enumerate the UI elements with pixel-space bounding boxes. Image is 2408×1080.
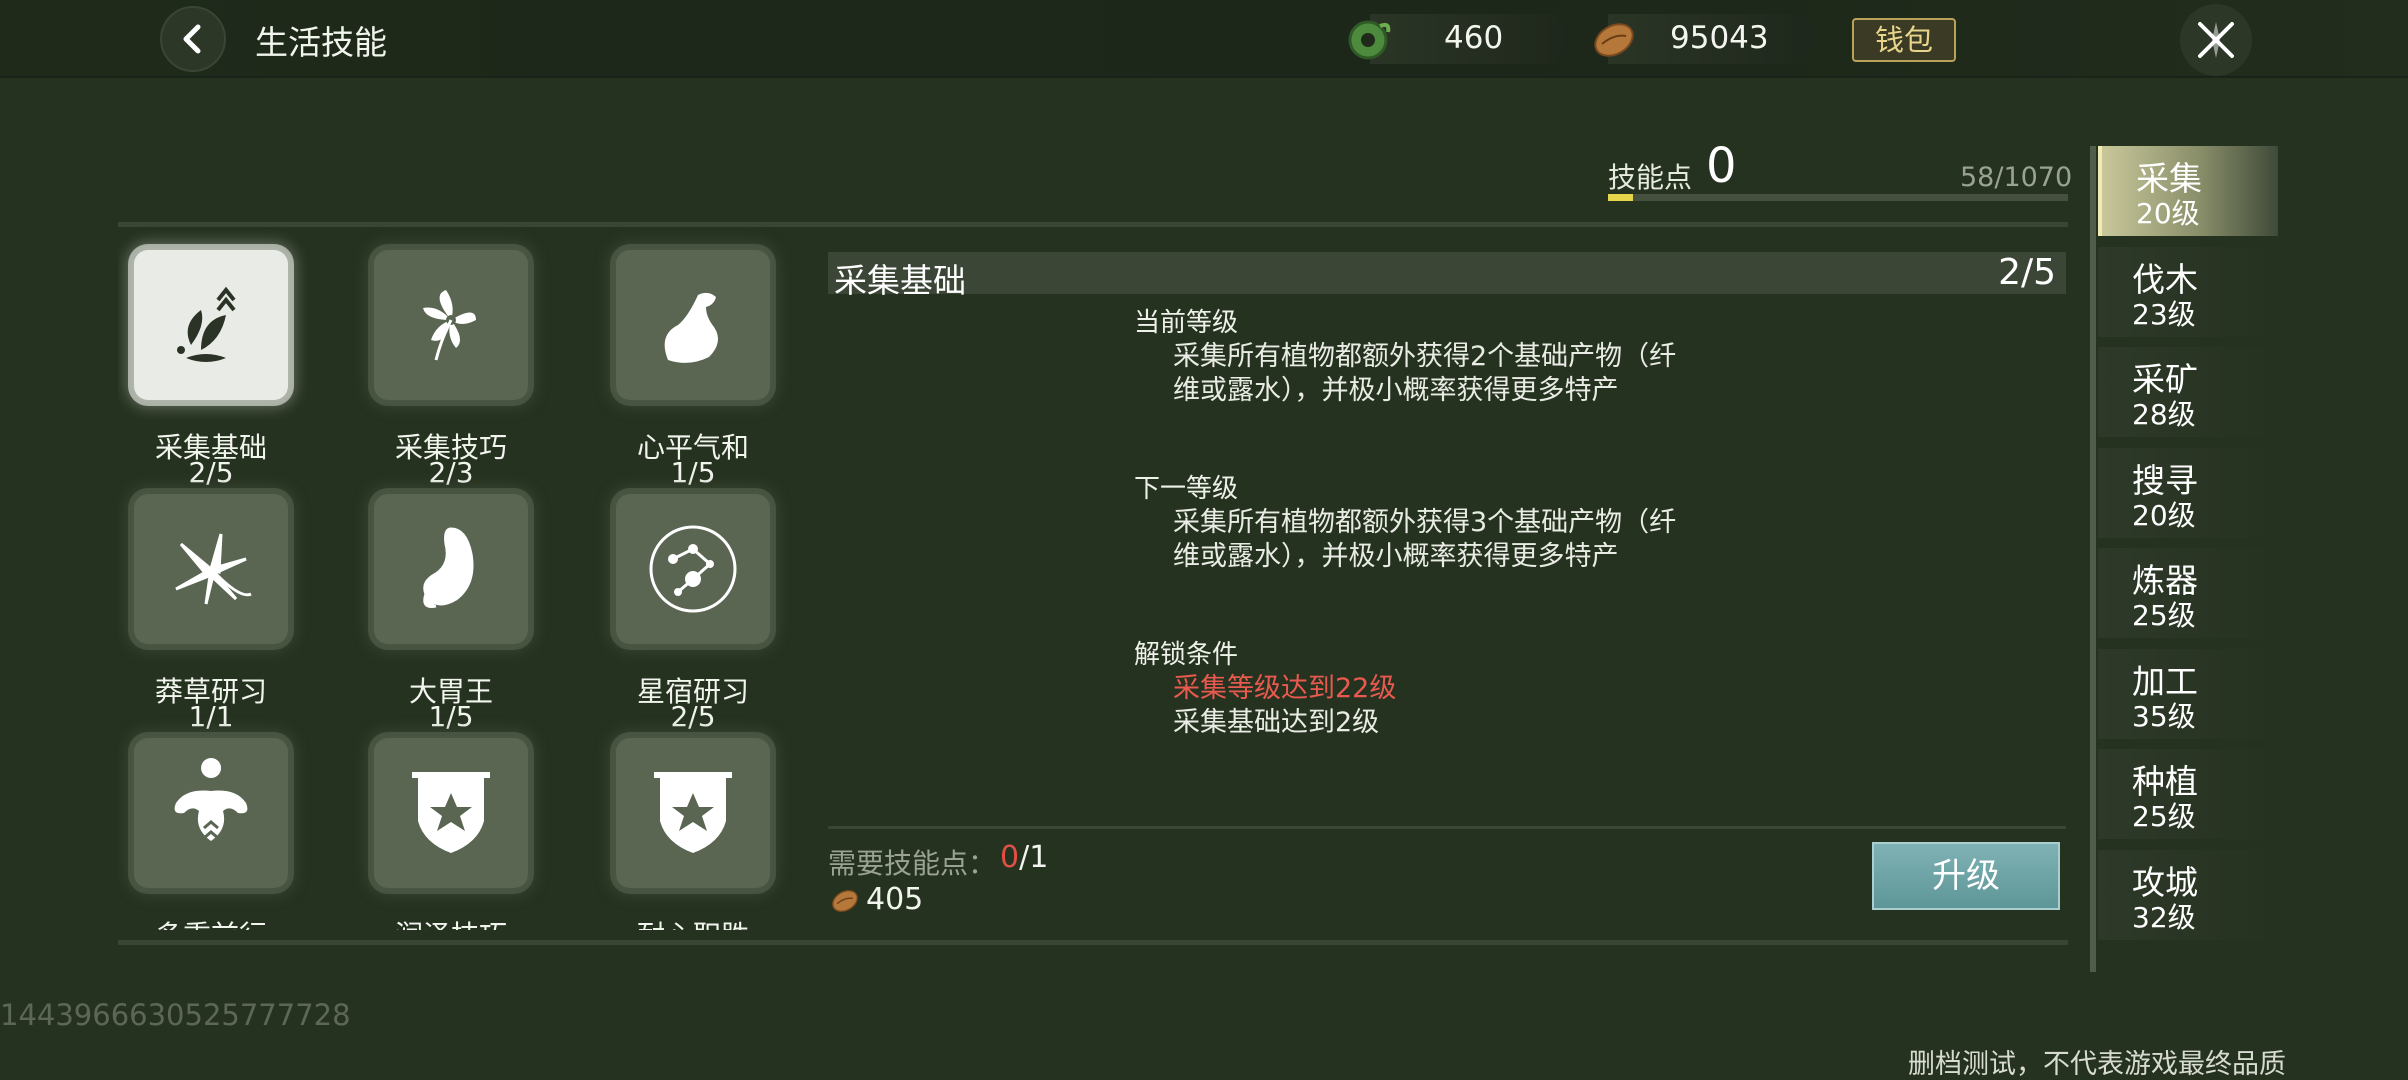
category-tab[interactable]: 搜寻 20级 <box>2098 447 2278 538</box>
skill-tile <box>374 494 528 644</box>
skill-item[interactable]: 采集技巧 2/3 <box>358 230 558 489</box>
category-tab[interactable]: 攻城 32级 <box>2098 849 2278 940</box>
next-level-desc-2: 维或露水），并极小概率获得更多特产 <box>1173 541 1619 572</box>
back-button[interactable] <box>160 6 226 72</box>
category-level: 35级 <box>2132 699 2196 733</box>
user-id: 1443966630525777728 <box>0 998 351 1032</box>
current-level-desc-2: 维或露水），并极小概率获得更多特产 <box>1173 375 1619 406</box>
upgrade-button[interactable]: 升级 <box>1872 842 2060 910</box>
category-level: 20级 <box>2136 197 2200 230</box>
unlock-condition-met: 采集基础达到2级 <box>1173 707 1380 738</box>
skill-tile <box>134 738 288 888</box>
skill-grid: 采集基础 2/5 采集技巧 2/3 心平气和 1/5 莽草研习 1/1 大胃王 1/5 星宿研习 2/… <box>118 230 798 930</box>
jade-coin-icon <box>1348 20 1391 60</box>
muscle-body-icon <box>174 758 248 841</box>
herb-upgrade-icon <box>177 286 236 362</box>
cost-divider <box>828 826 2066 829</box>
wallet-button[interactable]: 钱包 <box>1852 18 1956 62</box>
unlock-condition-unmet: 采集等级达到22级 <box>1173 673 1397 704</box>
skill-tile <box>616 738 770 888</box>
skill-tile <box>374 250 528 400</box>
skill-name: 多重前行 <box>118 914 304 930</box>
category-level: 32级 <box>2132 900 2196 934</box>
skill-item[interactable]: 大胃王 1/5 <box>358 474 558 733</box>
category-level: 28级 <box>2132 398 2196 431</box>
bean-coin-icon <box>832 890 858 912</box>
skill-tile <box>134 250 288 400</box>
skill-detail-header: 采集基础 2/5 <box>828 252 2066 300</box>
skill-progress-fill <box>1608 194 1633 201</box>
flexed-arm-icon <box>664 292 718 363</box>
skill-tile <box>616 250 770 400</box>
constellation-icon <box>649 525 737 613</box>
skill-item[interactable]: 润泽技巧 <box>358 718 558 930</box>
next-level-heading: 下一等级 <box>1134 474 1239 504</box>
jade-currency: 460 <box>1370 14 1570 64</box>
category-level: 20级 <box>2132 498 2196 532</box>
chevron-left-icon <box>183 24 201 54</box>
skill-name: 润泽技巧 <box>358 914 544 930</box>
jade-amount: 460 <box>1444 20 1504 56</box>
skill-item[interactable]: 星宿研习 2/5 <box>600 474 798 733</box>
close-icon <box>2198 22 2234 58</box>
skill-tile <box>616 494 770 644</box>
skill-item[interactable]: 心平气和 1/5 <box>600 230 798 489</box>
skill-detail-title: 采集基础 <box>834 261 966 300</box>
required-points-value: 0/1 <box>1000 840 1048 875</box>
category-rail <box>2090 146 2096 972</box>
skill-item[interactable]: 采集基础 2/5 <box>118 230 318 489</box>
flower-icon <box>423 290 476 361</box>
page-title: 生活技能 <box>255 23 387 62</box>
grass-leaf-icon <box>175 533 252 605</box>
panel-bottom-divider <box>118 940 2068 945</box>
unlock-heading: 解锁条件 <box>1134 640 1239 670</box>
category-tab[interactable]: 种植 25级 <box>2098 749 2278 839</box>
category-tab[interactable]: 采集 20级 <box>2098 146 2278 236</box>
skill-points-label: 技能点 <box>1608 161 1693 194</box>
category-level: 23级 <box>2132 297 2196 331</box>
category-level: 25级 <box>2132 800 2196 833</box>
panel-top-divider <box>118 222 2068 227</box>
current-level-desc-1: 采集所有植物都额外获得2个基础产物（纤 <box>1173 341 1677 372</box>
skill-points-value: 0 <box>1706 138 1737 194</box>
skill-item[interactable]: 耐心职胜 <box>600 718 798 930</box>
category-tab[interactable]: 采矿 28级 <box>2098 347 2278 437</box>
bean-coin-icon <box>1594 23 1634 57</box>
skill-detail-level: 2/5 <box>1998 252 2056 293</box>
skill-tile <box>134 494 288 644</box>
skill-progress-bar <box>1608 194 2068 201</box>
current-level-heading: 当前等级 <box>1134 308 1239 338</box>
next-level-desc-1: 采集所有植物都额外获得3个基础产物（纤 <box>1173 507 1677 538</box>
required-points-need: /1 <box>1019 840 1049 875</box>
required-points-label: 需要技能点： <box>828 847 997 880</box>
bean-amount: 95043 <box>1670 20 1769 56</box>
skill-item[interactable]: 莽草研习 1/1 <box>118 474 318 733</box>
stomach-icon <box>423 527 474 608</box>
category-tab[interactable]: 伐木 23级 <box>2098 246 2278 337</box>
skill-item[interactable]: 多重前行 <box>118 718 318 930</box>
test-disclaimer: 删档测试，不代表游戏最终品质 <box>1908 1049 2286 1080</box>
category-level: 25级 <box>2132 599 2196 632</box>
required-points-have: 0 <box>1000 840 1020 875</box>
top-bar: 生活技能 460 95043 钱包 <box>0 0 2408 78</box>
skill-name: 耐心职胜 <box>600 914 786 930</box>
star-banner-icon <box>654 772 732 853</box>
skill-progress-text: 58/1070 <box>1960 162 2073 193</box>
bean-cost-value: 405 <box>866 882 924 917</box>
skill-tile <box>374 738 528 888</box>
category-tab[interactable]: 加工 35级 <box>2098 648 2278 739</box>
category-tab[interactable]: 炼器 25级 <box>2098 548 2278 638</box>
close-button[interactable] <box>2180 4 2252 76</box>
star-banner-icon <box>412 772 490 853</box>
